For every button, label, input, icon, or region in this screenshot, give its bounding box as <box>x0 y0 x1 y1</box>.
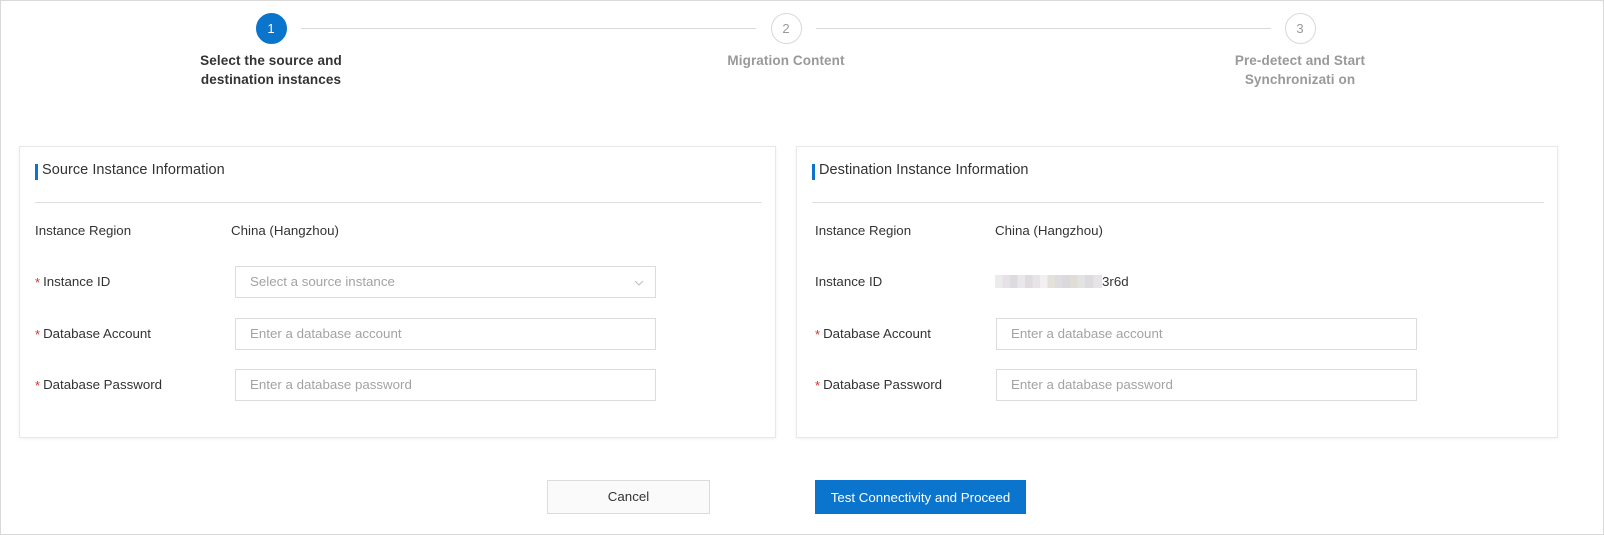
step-1-circle: 1 <box>255 13 287 44</box>
destination-db-password-label: * Database Password <box>815 369 942 401</box>
destination-db-account-row: * Database Account Enter a database accou… <box>815 318 1535 350</box>
chevron-down-icon <box>634 278 644 288</box>
source-instance-id-placeholder: Select a source instance <box>250 274 395 289</box>
destination-instance-card: Destination Instance Information Instanc… <box>796 146 1558 438</box>
source-db-account-label: * Database Account <box>35 318 151 350</box>
source-db-account-label-text: Database Account <box>43 326 151 341</box>
required-indicator: * <box>815 327 821 342</box>
source-instance-id-label: * Instance ID <box>35 266 110 298</box>
destination-instance-id-label: Instance ID <box>815 274 883 289</box>
source-region-label: Instance Region <box>35 223 132 238</box>
destination-title-accent-bar <box>812 164 815 180</box>
source-instance-id-row: * Instance ID Select a source instance <box>35 266 755 298</box>
step-3-circle: 3 <box>1284 13 1316 44</box>
destination-card-divider <box>812 202 1544 203</box>
destination-region-value: China (Hangzhou) <box>995 223 1103 238</box>
source-db-account-row: * Database Account Enter a database accou… <box>35 318 755 350</box>
source-title-accent-bar <box>35 164 38 180</box>
source-db-password-label: * Database Password <box>35 369 162 401</box>
redaction-mask <box>995 274 1102 288</box>
destination-db-account-label-text: Database Account <box>823 326 931 341</box>
source-db-password-label-text: Database Password <box>43 377 163 392</box>
destination-db-account-label: * Database Account <box>815 318 931 350</box>
source-instance-card: Source Instance Information Instance Reg… <box>19 146 776 438</box>
migration-wizard-page: 1 Select the source and destination inst… <box>0 0 1604 535</box>
destination-db-account-input[interactable]: Enter a database account <box>996 318 1417 350</box>
wizard-step-1[interactable]: 1 Select the source and destination inst… <box>186 13 356 89</box>
source-db-password-input[interactable]: Enter a database password <box>235 369 656 401</box>
step-1-label: Select the source and destination instan… <box>200 53 342 87</box>
required-indicator: * <box>35 327 41 342</box>
destination-db-password-label-text: Database Password <box>823 377 943 392</box>
destination-instance-id-value: 3r6d <box>995 266 1129 298</box>
destination-card-header: Destination Instance Information <box>797 147 1557 199</box>
source-db-password-placeholder: Enter a database password <box>250 377 412 392</box>
step-3-label: Pre-detect and Start Synchronizati on <box>1234 53 1366 87</box>
cancel-button[interactable]: Cancel <box>547 480 710 514</box>
wizard-step-2[interactable]: 2 Migration Content <box>701 13 871 71</box>
source-instance-id-label-text: Instance ID <box>43 274 111 289</box>
test-connectivity-and-proceed-button[interactable]: Test Connectivity and Proceed <box>815 480 1026 514</box>
step-connector-2-3 <box>816 28 1271 29</box>
source-card-divider <box>35 202 762 203</box>
destination-instance-id-suffix: 3r6d <box>1102 274 1129 289</box>
source-card-title: Source Instance Information <box>42 162 225 178</box>
source-db-account-placeholder: Enter a database account <box>250 326 402 341</box>
wizard-stepper: 1 Select the source and destination inst… <box>1 1 1603 136</box>
required-indicator: * <box>815 378 821 393</box>
destination-db-password-placeholder: Enter a database password <box>1011 377 1173 392</box>
destination-instance-id-row: Instance ID 3r6d <box>815 266 1535 298</box>
destination-region-row: Instance Region China (Hangzhou) <box>815 215 1535 247</box>
source-db-account-input[interactable]: Enter a database account <box>235 318 656 350</box>
required-indicator: * <box>35 275 41 290</box>
step-2-circle: 2 <box>770 13 802 44</box>
step-connector-1-2 <box>301 28 756 29</box>
source-region-row: Instance Region China (Hangzhou) <box>35 215 755 247</box>
source-region-value: China (Hangzhou) <box>231 223 339 238</box>
source-db-password-row: * Database Password Enter a database pass… <box>35 369 755 401</box>
required-indicator: * <box>35 378 41 393</box>
step-2-label: Migration Content <box>727 53 845 68</box>
destination-db-password-row: * Database Password Enter a database pass… <box>815 369 1535 401</box>
source-card-header: Source Instance Information <box>20 147 775 199</box>
destination-card-title: Destination Instance Information <box>819 162 1029 178</box>
destination-region-label: Instance Region <box>815 223 912 238</box>
source-instance-id-select[interactable]: Select a source instance <box>235 266 656 298</box>
destination-db-password-input[interactable]: Enter a database password <box>996 369 1417 401</box>
wizard-step-3[interactable]: 3 Pre-detect and Start Synchronizati on <box>1215 13 1385 89</box>
destination-db-account-placeholder: Enter a database account <box>1011 326 1163 341</box>
